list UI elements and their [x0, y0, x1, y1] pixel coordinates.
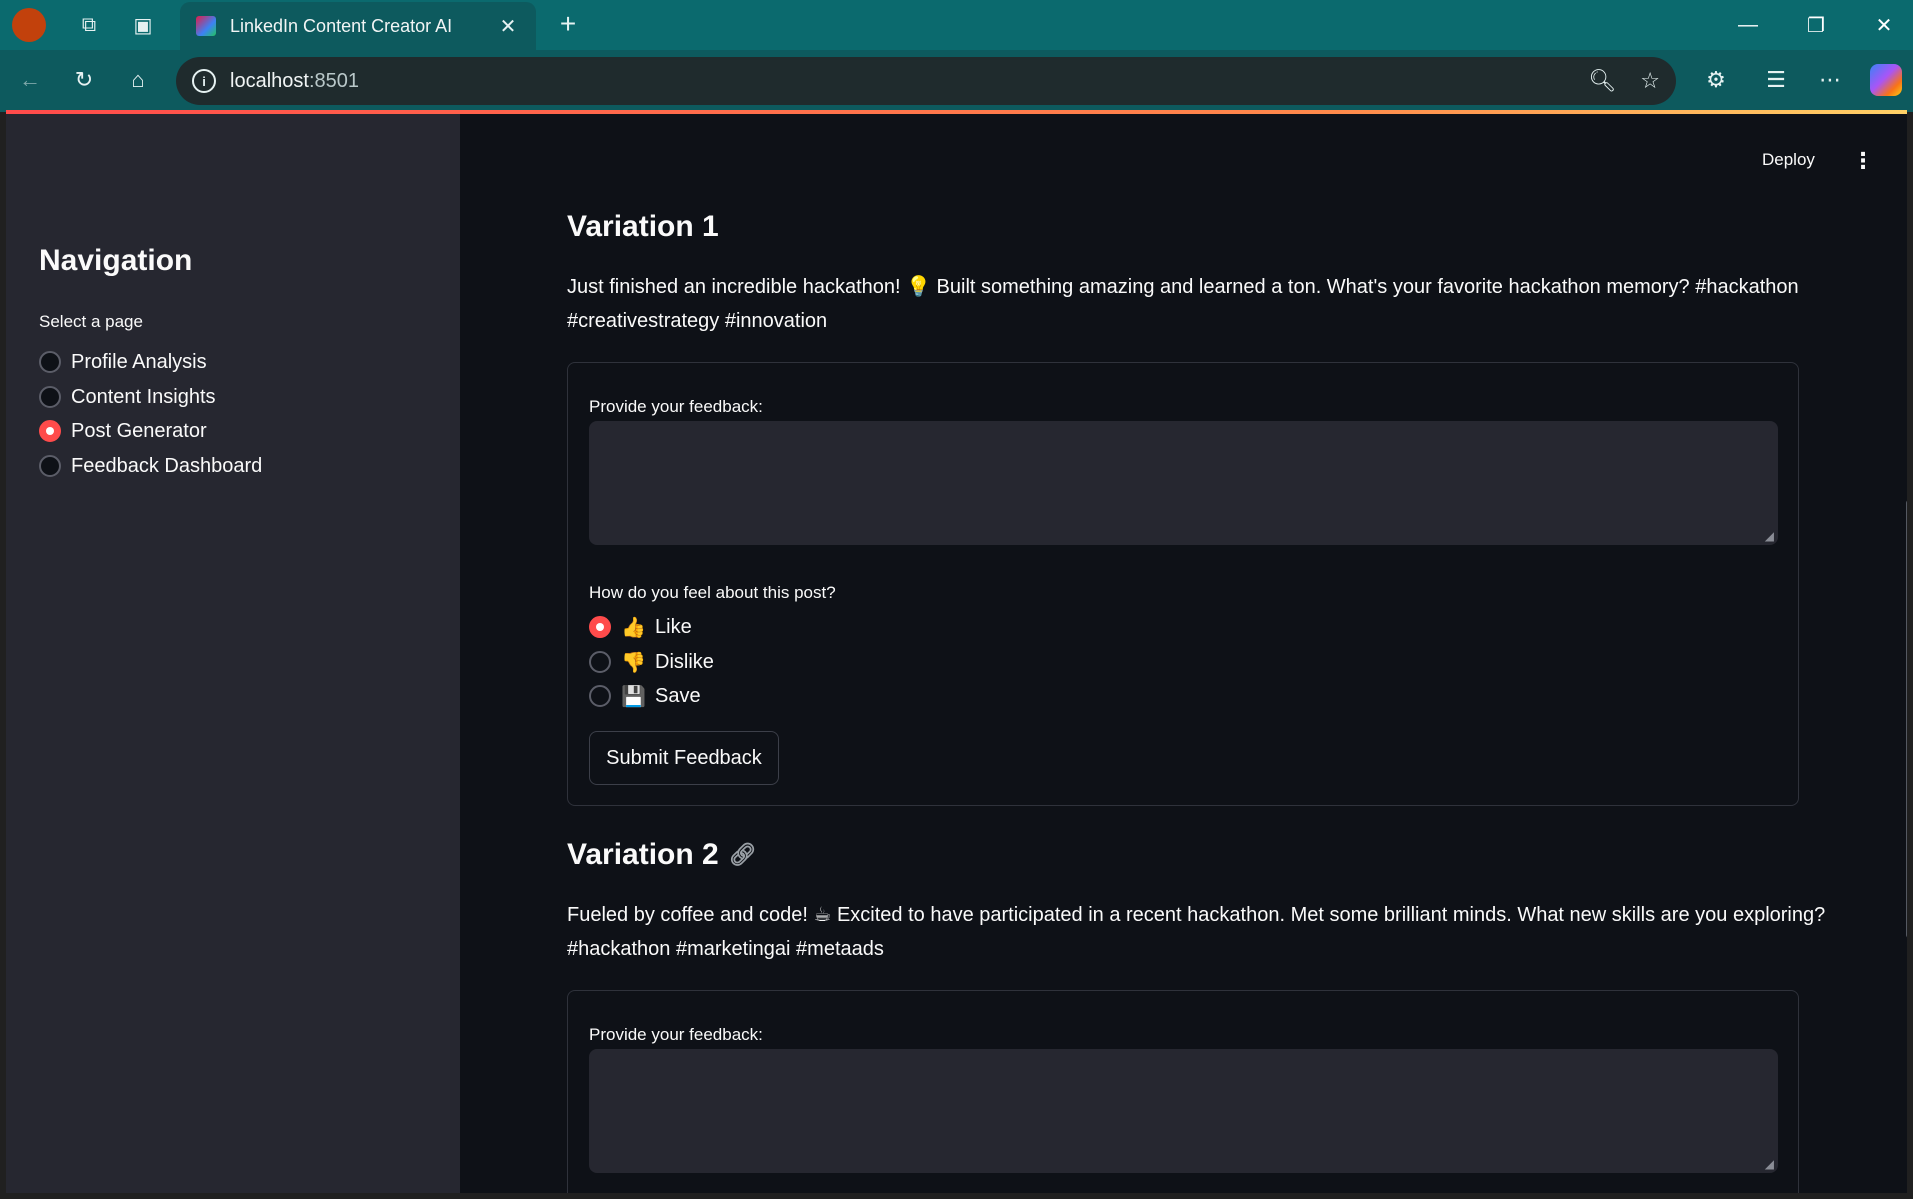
tab-title: LinkedIn Content Creator AI [230, 15, 453, 36]
radio-icon[interactable] [589, 685, 611, 707]
sidebar-item-label: Post Generator [71, 419, 207, 442]
sidebar-item-profile-analysis[interactable]: Profile Analysis [39, 347, 207, 377]
radio-selected-icon[interactable] [39, 420, 61, 442]
favorite-star-icon[interactable]: ☆ [1640, 68, 1660, 94]
feedback-textarea[interactable]: ◢ [589, 421, 1778, 545]
variation-2-heading: Variation 2 🔗︎ [567, 838, 757, 872]
radio-selected-icon[interactable] [589, 616, 611, 638]
feedback-label: Provide your feedback: [589, 397, 763, 416]
anchor-link-icon[interactable]: 🔗︎ [729, 842, 757, 868]
tab-favicon-icon [196, 16, 216, 36]
site-info-icon[interactable]: i [192, 69, 216, 93]
reaction-label: Like [655, 615, 692, 638]
feedback-textarea[interactable]: ◢ [589, 1049, 1778, 1173]
extensions-icon[interactable]: ⚙ [1698, 62, 1734, 98]
sidebar-item-content-insights[interactable]: Content Insights [39, 382, 216, 412]
sidebar-item-label: Content Insights [71, 385, 216, 408]
browser-tab[interactable]: LinkedIn Content Creator AI ✕ [180, 2, 536, 50]
floppy-disk-icon: 💾 [621, 685, 646, 708]
page-scrollbar[interactable] [1906, 500, 1907, 938]
submit-feedback-button[interactable]: Submit Feedback [589, 731, 779, 785]
radio-icon[interactable] [589, 651, 611, 673]
reaction-label: Save [655, 684, 701, 707]
feedback-form: Provide your feedback: ◢ How do you feel… [567, 362, 1799, 806]
variation-1-text: Just finished an incredible hackathon! 💡… [567, 276, 1799, 332]
sidebar-item-label: Profile Analysis [71, 350, 207, 373]
address-bar[interactable]: i localhost:8501 🔍︎ ☆ [176, 57, 1676, 105]
resize-handle-icon[interactable]: ◢ [1765, 1157, 1774, 1171]
reaction-option-like[interactable]: 👍 Like [589, 612, 692, 642]
app-viewport: Navigation Select a page Profile Analysi… [6, 114, 1907, 1193]
variation-heading-text: Variation 1 [567, 210, 719, 243]
back-icon[interactable]: ← [12, 62, 48, 98]
variation-heading-text: Variation 2 [567, 838, 719, 871]
workspaces-icon[interactable]: ⧉ [74, 10, 104, 40]
close-window-icon[interactable]: ✕ [1864, 8, 1904, 42]
new-tab-icon[interactable]: + [552, 8, 584, 40]
feedback-label: Provide your feedback: [589, 1025, 763, 1044]
minimize-icon[interactable]: — [1728, 8, 1768, 42]
tab-close-icon[interactable]: ✕ [496, 14, 520, 39]
url-port: :8501 [308, 69, 359, 92]
zoom-icon[interactable]: 🔍︎ [1588, 68, 1616, 94]
url-text: localhost:8501 [230, 70, 1564, 93]
tab-actions-icon[interactable]: ▣ [128, 10, 158, 40]
copilot-icon[interactable] [1870, 64, 1902, 96]
url-host: localhost [230, 69, 309, 92]
feel-label: How do you feel about this post? [589, 583, 836, 602]
home-icon[interactable]: ⌂ [120, 62, 156, 98]
radio-icon[interactable] [39, 455, 61, 477]
deploy-button[interactable]: Deploy [1762, 150, 1815, 170]
reaction-option-dislike[interactable]: 👎 Dislike [589, 647, 714, 677]
reload-icon[interactable]: ↻ [66, 62, 102, 98]
thumbs-down-icon: 👎 [621, 651, 646, 674]
radio-icon[interactable] [39, 351, 61, 373]
reaction-option-save[interactable]: 💾 Save [589, 681, 701, 711]
page-select-label: Select a page [39, 312, 143, 331]
sidebar-item-feedback-dashboard[interactable]: Feedback Dashboard [39, 451, 262, 481]
variation-2-text: Fueled by coffee and code! ☕ Excited to … [567, 904, 1826, 960]
thumbs-up-icon: 👍 [621, 616, 646, 639]
resize-handle-icon[interactable]: ◢ [1765, 529, 1774, 543]
radio-icon[interactable] [39, 386, 61, 408]
browser-toolbar: ← ↻ ⌂ i localhost:8501 🔍︎ ☆ ⚙ ☰ ⋯ [0, 50, 1913, 112]
sidebar: Navigation Select a page Profile Analysi… [6, 114, 460, 1193]
sidebar-title: Navigation [39, 244, 193, 277]
feedback-form: Provide your feedback: ◢ [567, 990, 1799, 1193]
favorites-icon[interactable]: ☰ [1758, 62, 1794, 98]
sidebar-item-post-generator[interactable]: Post Generator [39, 416, 207, 446]
more-icon[interactable]: ⋯ [1812, 62, 1848, 98]
variation-1-heading: Variation 1 [567, 210, 719, 244]
restore-icon[interactable]: ❐ [1796, 8, 1836, 42]
reaction-label: Dislike [655, 650, 714, 673]
main-menu-icon[interactable]: ⋮ [1852, 148, 1874, 174]
sidebar-item-label: Feedback Dashboard [71, 454, 263, 477]
profile-avatar[interactable] [12, 8, 46, 42]
browser-titlebar: ⧉ ▣ LinkedIn Content Creator AI ✕ + — ❐ … [0, 0, 1913, 50]
